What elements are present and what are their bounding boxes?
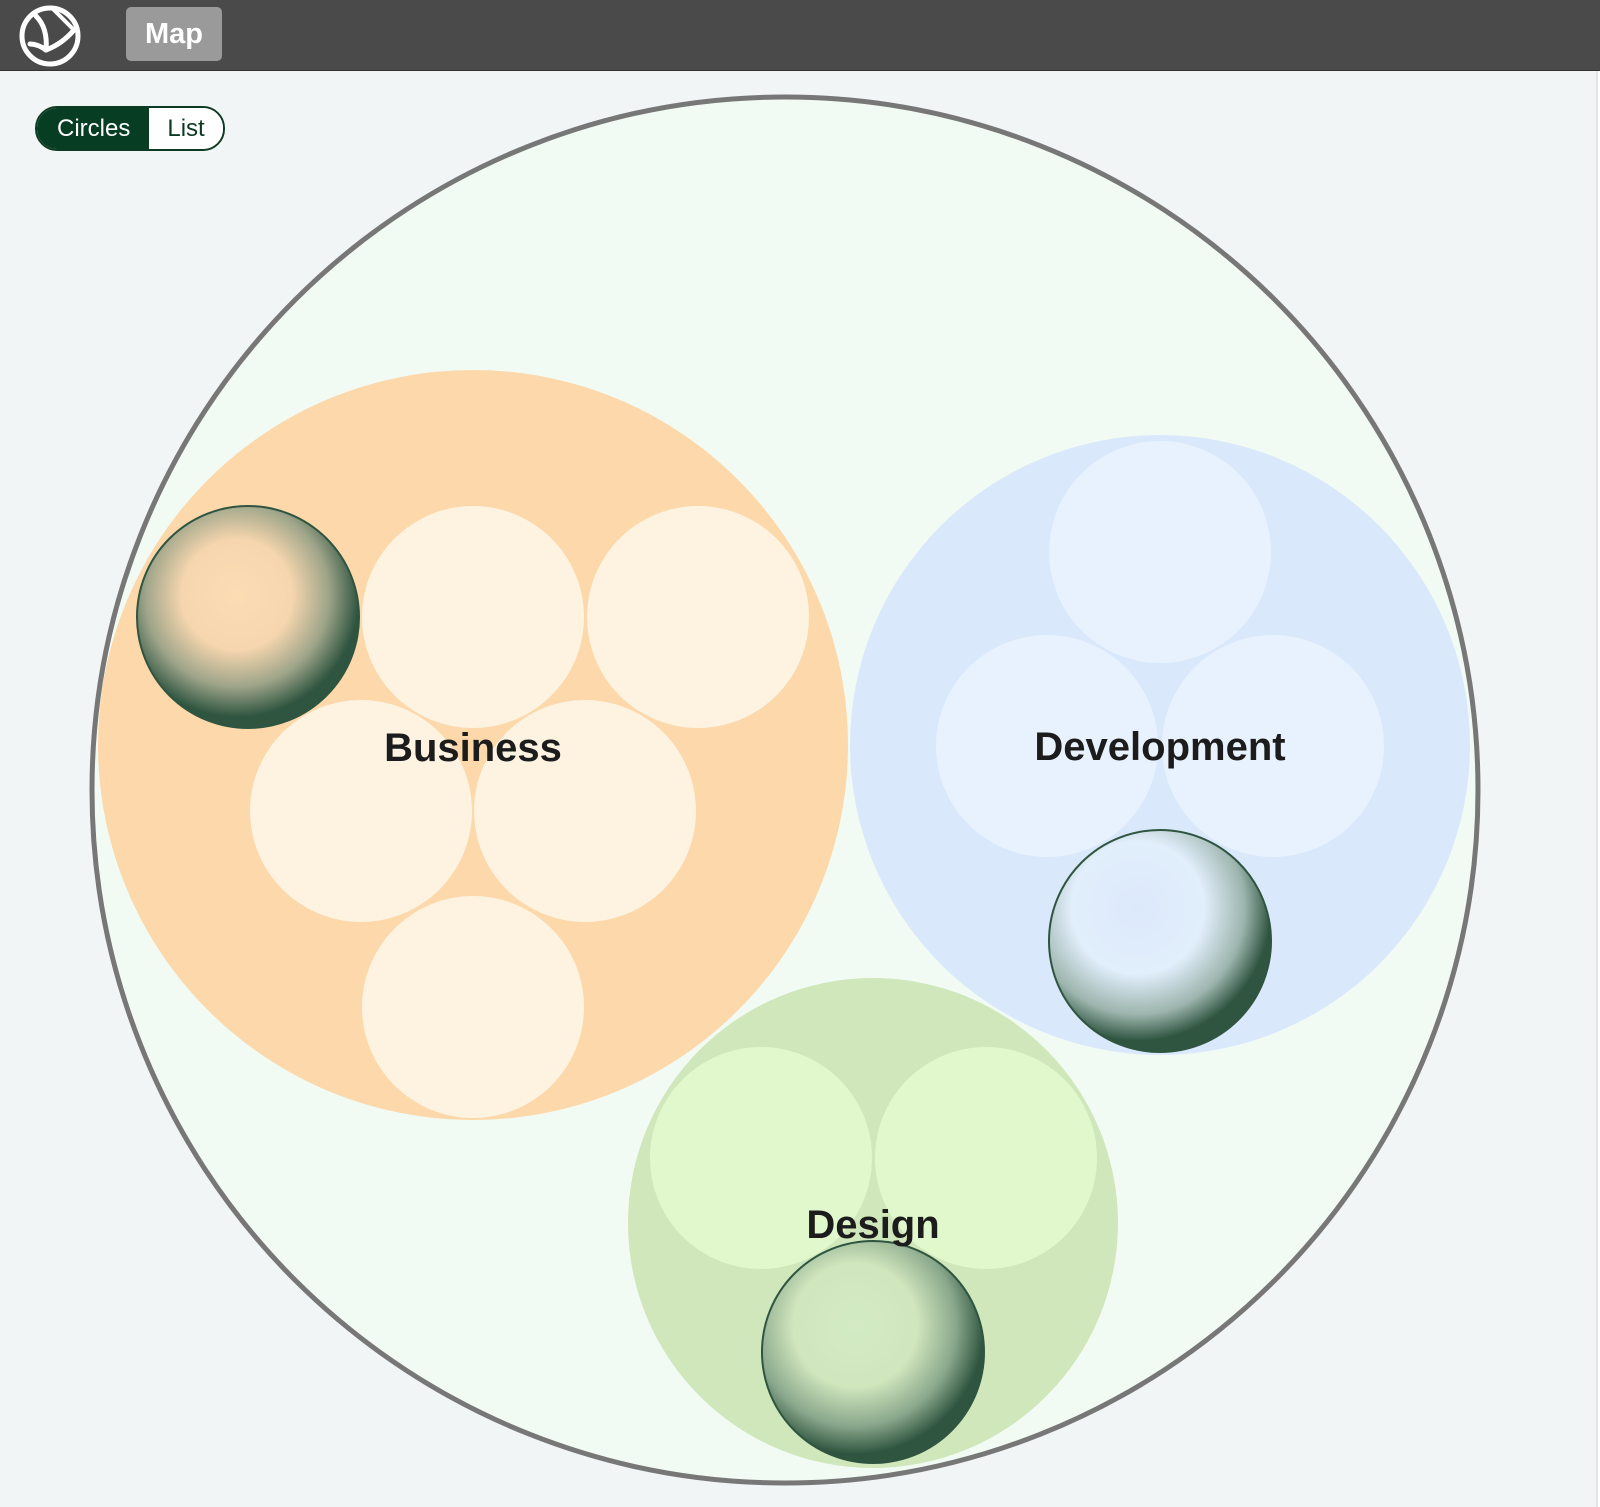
child-circle[interactable] xyxy=(362,896,584,1118)
toggle-circles[interactable]: Circles xyxy=(37,108,149,149)
group-label-design: Design xyxy=(806,1203,939,1247)
view-toggle: Circles List xyxy=(35,106,225,151)
highlighted-child-circle[interactable] xyxy=(1048,829,1272,1053)
group-label-business: Business xyxy=(384,726,562,770)
circle-map: Business Development Design xyxy=(89,94,1481,1486)
highlighted-child-circle[interactable] xyxy=(761,1240,985,1464)
child-circle[interactable] xyxy=(362,506,584,728)
child-circle[interactable] xyxy=(1049,441,1271,663)
highlighted-child-circle[interactable] xyxy=(136,505,360,729)
group-label-development: Development xyxy=(1034,725,1285,769)
child-circle[interactable] xyxy=(587,506,809,728)
toggle-list[interactable]: List xyxy=(148,108,223,149)
